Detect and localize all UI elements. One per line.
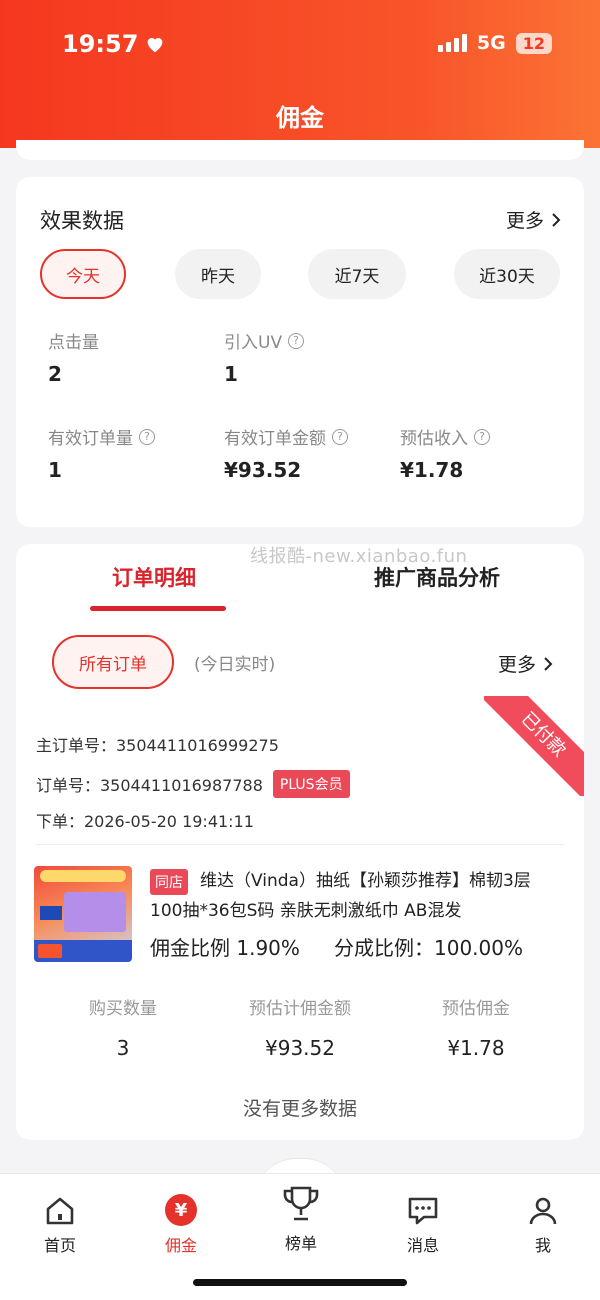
metric-income-value: ¥1.78 [400, 458, 464, 482]
order-more-link[interactable]: 更多 [498, 650, 554, 677]
help-icon[interactable]: ? [288, 332, 305, 349]
nav-messages[interactable]: 消息 [378, 1194, 468, 1256]
stat-quantity-label: 购买数量 [89, 999, 157, 1019]
chevron-right-icon [544, 656, 553, 671]
nav-home[interactable]: 首页 [15, 1194, 105, 1256]
main-order-number: 主订单号：3504411016999275 [36, 736, 279, 755]
user-icon [529, 1197, 557, 1225]
period-yesterday[interactable]: 昨天 [175, 249, 261, 299]
plus-member-badge: PLUS会员 [272, 770, 350, 798]
same-store-badge: 同店 [150, 869, 188, 895]
effect-more-label: 更多 [505, 210, 544, 232]
nav-commission[interactable]: ¥ 佣金 [136, 1194, 226, 1256]
help-icon[interactable]: ? [139, 428, 155, 445]
order-number: 订单号：3504411016987788 PLUS会员 [36, 770, 350, 798]
yen-icon: ¥ [165, 1194, 197, 1226]
stat-commission-base-label: 预估计佣金额 [249, 999, 351, 1019]
metric-income-label: 预估收入? [400, 424, 490, 449]
message-icon [408, 1197, 438, 1225]
trophy-icon [283, 1186, 319, 1221]
metric-orders-label: 有效订单量? [48, 424, 155, 449]
status-time-text: 19:57 [62, 30, 139, 58]
commission-ratio: 佣金比例 1.90% [150, 936, 300, 960]
period-today[interactable]: 今天 [40, 249, 126, 299]
heart-icon [148, 38, 163, 53]
home-indicator [193, 1279, 407, 1286]
nav-ranking[interactable]: 榜单 [256, 1182, 346, 1254]
stat-commission-base-value: ¥93.52 [265, 1036, 335, 1060]
stat-commission-label: 预估佣金 [442, 999, 510, 1019]
divider [36, 844, 564, 845]
filter-note: (今日实时) [194, 655, 276, 675]
effect-data-card: 效果数据 更多 今天 昨天 近7天 近30天 点击量 2 引入UV? 1 有效订… [16, 177, 584, 527]
battery-icon: 12 [515, 32, 552, 54]
no-more-data: 没有更多数据 [242, 1098, 357, 1120]
period-7days[interactable]: 近7天 [308, 249, 406, 299]
tab-underline [90, 606, 226, 611]
previous-card-edge [16, 140, 584, 160]
stat-quantity-value: 3 [116, 1036, 130, 1060]
effect-title: 效果数据 [40, 209, 124, 233]
chevron-right-icon [552, 212, 561, 227]
product-image[interactable] [34, 866, 132, 962]
filter-all-orders[interactable]: 所有订单 [52, 635, 174, 689]
order-detail-card: 线报酷-new.xianbao.fun 订单明细 推广商品分析 所有订单 (今日… [16, 544, 584, 1140]
tab-product-analysis[interactable]: 推广商品分析 [374, 562, 500, 592]
metric-clicks-value: 2 [48, 362, 62, 386]
help-icon[interactable]: ? [474, 428, 490, 445]
share-ratio: 分成比例：100.00% [334, 936, 523, 960]
order-time: 下单：2026-05-20 19:41:11 [36, 812, 254, 831]
metric-orders-value: 1 [48, 458, 62, 482]
nav-profile[interactable]: 我 [498, 1194, 588, 1256]
metric-uv-value: 1 [224, 362, 238, 386]
metric-order-amount-label: 有效订单金额? [224, 424, 348, 449]
metric-uv-label: 引入UV? [224, 328, 305, 353]
status-indicators: 5G 12 [437, 32, 552, 54]
status-ribbon-text: 已付款 [484, 696, 584, 796]
stat-commission-value: ¥1.78 [447, 1036, 505, 1060]
status-ribbon: 已付款 [484, 696, 584, 796]
network-type: 5G [476, 32, 506, 54]
status-time: 19:57 [62, 30, 166, 58]
metric-clicks-label: 点击量 [48, 333, 99, 353]
metric-order-amount-value: ¥93.52 [224, 458, 302, 482]
effect-more-link[interactable]: 更多 [506, 206, 562, 233]
home-icon [46, 1197, 74, 1225]
order-more-label: 更多 [497, 654, 536, 676]
tab-order-detail[interactable]: 订单明细 [112, 562, 196, 592]
app-header: 19:57 5G 12 佣金 [0, 0, 600, 148]
page-title: 佣金 [276, 104, 324, 132]
period-30days[interactable]: 近30天 [454, 249, 560, 299]
help-icon[interactable]: ? [332, 428, 348, 445]
product-title[interactable]: 维达（Vinda）抽纸【孙颖莎推荐】棉韧3层100抽*36包S码 亲肤无刺激纸巾… [150, 866, 560, 926]
signal-icon [437, 34, 467, 52]
